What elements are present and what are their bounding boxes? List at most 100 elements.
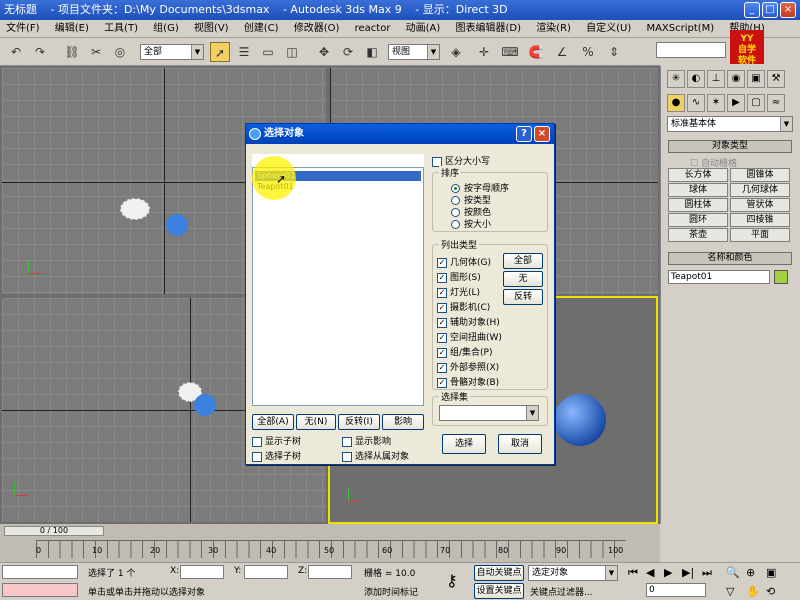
orbit-icon[interactable]: ⟲ xyxy=(766,585,775,598)
types-invert-button[interactable]: 反转 xyxy=(503,289,543,305)
type-cameras-checkbox[interactable]: ✓ 摄影机(C) xyxy=(437,300,490,313)
sphere-object[interactable] xyxy=(166,214,188,236)
show-influences-checkbox[interactable]: 显示影响 xyxy=(342,434,391,447)
tube-button[interactable]: 管状体 xyxy=(730,198,790,212)
menu-animation[interactable]: 动画(A) xyxy=(400,20,447,37)
z-coord-field[interactable] xyxy=(308,565,352,579)
set-key-button[interactable]: 设置关键点 xyxy=(474,583,524,599)
sphere-button[interactable]: 球体 xyxy=(668,183,728,197)
go-end-icon[interactable]: ⏭ xyxy=(702,566,712,580)
select-ok-button[interactable]: 选择 xyxy=(442,434,486,454)
menu-edit[interactable]: 编辑(E) xyxy=(49,20,95,37)
rect-selection-icon[interactable]: ▭ xyxy=(258,42,278,62)
menu-modifiers[interactable]: 修改器(O) xyxy=(288,20,346,37)
menu-tools[interactable]: 工具(T) xyxy=(98,20,144,37)
selection-set-dropdown[interactable]: ▼ xyxy=(439,405,539,421)
teapot-object[interactable] xyxy=(120,198,150,220)
zoom-all-icon[interactable]: ⊕ xyxy=(746,566,755,579)
undo-icon[interactable]: ↶ xyxy=(6,42,26,62)
go-start-icon[interactable]: ⏮ xyxy=(628,566,638,580)
select-subtree-checkbox[interactable]: 选择子树 xyxy=(252,449,301,462)
fov-icon[interactable]: ▽ xyxy=(726,585,734,598)
modify-tab-icon[interactable]: ◐ xyxy=(687,70,705,88)
plane-button[interactable]: 平面 xyxy=(730,228,790,242)
torus-button[interactable]: 圆环 xyxy=(668,213,728,227)
auto-key-button[interactable]: 自动关键点 xyxy=(474,565,524,581)
minimize-button[interactable]: _ xyxy=(744,2,760,18)
select-by-name-icon[interactable]: ☰ xyxy=(234,42,254,62)
influences-button[interactable]: 影响 xyxy=(382,414,424,430)
menu-group[interactable]: 组(G) xyxy=(147,20,185,37)
menu-views[interactable]: 视图(V) xyxy=(188,20,235,37)
display-tab-icon[interactable]: ▣ xyxy=(747,70,765,88)
move-icon[interactable]: ✥ xyxy=(314,42,334,62)
spinner-snap-icon[interactable]: ⇕ xyxy=(604,42,624,62)
shapes-icon[interactable]: ∿ xyxy=(687,94,705,112)
link-icon[interactable]: ⛓ xyxy=(62,42,82,62)
utilities-tab-icon[interactable]: ⚒ xyxy=(767,70,785,88)
type-shapes-checkbox[interactable]: ✓ 图形(S) xyxy=(437,270,481,283)
helpers-icon[interactable]: ▢ xyxy=(747,94,765,112)
time-slider[interactable]: 0 / 100 xyxy=(4,526,104,536)
menu-rendering[interactable]: 渲染(R) xyxy=(530,20,577,37)
rotate-icon[interactable]: ⟳ xyxy=(338,42,358,62)
unlink-icon[interactable]: ✂ xyxy=(86,42,106,62)
percent-snap-icon[interactable]: % xyxy=(578,42,598,62)
lights-icon[interactable]: ✶ xyxy=(707,94,725,112)
ref-coord-dropdown[interactable]: 视图 ▼ xyxy=(388,44,440,60)
close-window-button[interactable]: × xyxy=(780,2,796,18)
sort-size-radio[interactable]: 按大小 xyxy=(451,217,491,230)
type-xrefs-checkbox[interactable]: ✓ 外部参照(X) xyxy=(437,360,499,373)
cone-button[interactable]: 圆锥体 xyxy=(730,168,790,182)
menu-graph-editors[interactable]: 图表编辑器(D) xyxy=(449,20,527,37)
dialog-close-button[interactable]: × xyxy=(534,126,550,142)
zoom-icon[interactable]: 🔍 xyxy=(726,566,740,579)
pan-icon[interactable]: ✋ xyxy=(746,585,760,598)
cancel-button[interactable]: 取消 xyxy=(498,434,542,454)
menu-create[interactable]: 创建(C) xyxy=(238,20,285,37)
key-mode-dropdown[interactable]: 选定对象 ▼ xyxy=(528,565,618,581)
menu-maxscript[interactable]: MAXScript(M) xyxy=(640,20,720,37)
type-lights-checkbox[interactable]: ✓ 灯光(L) xyxy=(437,285,480,298)
hierarchy-tab-icon[interactable]: ⊥ xyxy=(707,70,725,88)
teapot-button[interactable]: 茶壶 xyxy=(668,228,728,242)
geosphere-button[interactable]: 几何球体 xyxy=(730,183,790,197)
create-tab-icon[interactable]: ✳ xyxy=(667,70,685,88)
window-crossing-icon[interactable]: ◫ xyxy=(282,42,302,62)
type-spacewarps-checkbox[interactable]: ✓ 空间扭曲(W) xyxy=(437,330,502,343)
object-name-field[interactable]: Teapot01 xyxy=(668,270,770,284)
y-coord-field[interactable] xyxy=(244,565,288,579)
select-invert-button[interactable]: 反转(I) xyxy=(338,414,380,430)
maxscript-listener[interactable] xyxy=(2,565,78,579)
show-subtree-checkbox[interactable]: 显示子树 xyxy=(252,434,301,447)
prev-frame-icon[interactable]: ◀ xyxy=(646,566,654,579)
next-frame-icon[interactable]: ▶| xyxy=(682,566,694,579)
current-frame-field[interactable]: 0 xyxy=(646,583,706,597)
object-type-rollout[interactable]: 对象类型 xyxy=(668,140,792,153)
menu-reactor[interactable]: reactor xyxy=(349,20,397,37)
help-button[interactable]: ? xyxy=(516,126,532,142)
type-geometry-checkbox[interactable]: ✓ 几何体(G) xyxy=(437,255,491,268)
bind-spacewarp-icon[interactable]: ◎ xyxy=(110,42,130,62)
sphere-object[interactable] xyxy=(194,394,216,416)
select-dependents-checkbox[interactable]: 选择从属对象 xyxy=(342,449,409,462)
menu-customize[interactable]: 自定义(U) xyxy=(580,20,637,37)
x-coord-field[interactable] xyxy=(180,565,224,579)
key-icon[interactable]: ⚷ xyxy=(446,571,458,590)
select-none-button[interactable]: 无(N) xyxy=(296,414,336,430)
play-icon[interactable]: ▶ xyxy=(664,566,672,579)
select-object-icon[interactable]: ➚ xyxy=(210,42,230,62)
add-time-tag[interactable]: 添加时间标记 xyxy=(364,585,418,598)
types-none-button[interactable]: 无 xyxy=(503,271,543,287)
cameras-icon[interactable]: ▶ xyxy=(727,94,745,112)
cylinder-button[interactable]: 圆柱体 xyxy=(668,198,728,212)
name-color-rollout[interactable]: 名称和颜色 xyxy=(668,252,792,265)
geometry-icon[interactable]: ● xyxy=(667,94,685,112)
maximize-button[interactable]: □ xyxy=(762,2,778,18)
zoom-extents-icon[interactable]: ▣ xyxy=(766,566,776,579)
select-all-button[interactable]: 全部(A) xyxy=(252,414,294,430)
key-filters-button[interactable]: 关键点过滤器... xyxy=(530,585,593,598)
keyboard-shortcut-icon[interactable]: ⌨ xyxy=(500,42,520,62)
snap-icon[interactable]: 🧲 xyxy=(526,42,546,62)
redo-icon[interactable]: ↷ xyxy=(30,42,50,62)
